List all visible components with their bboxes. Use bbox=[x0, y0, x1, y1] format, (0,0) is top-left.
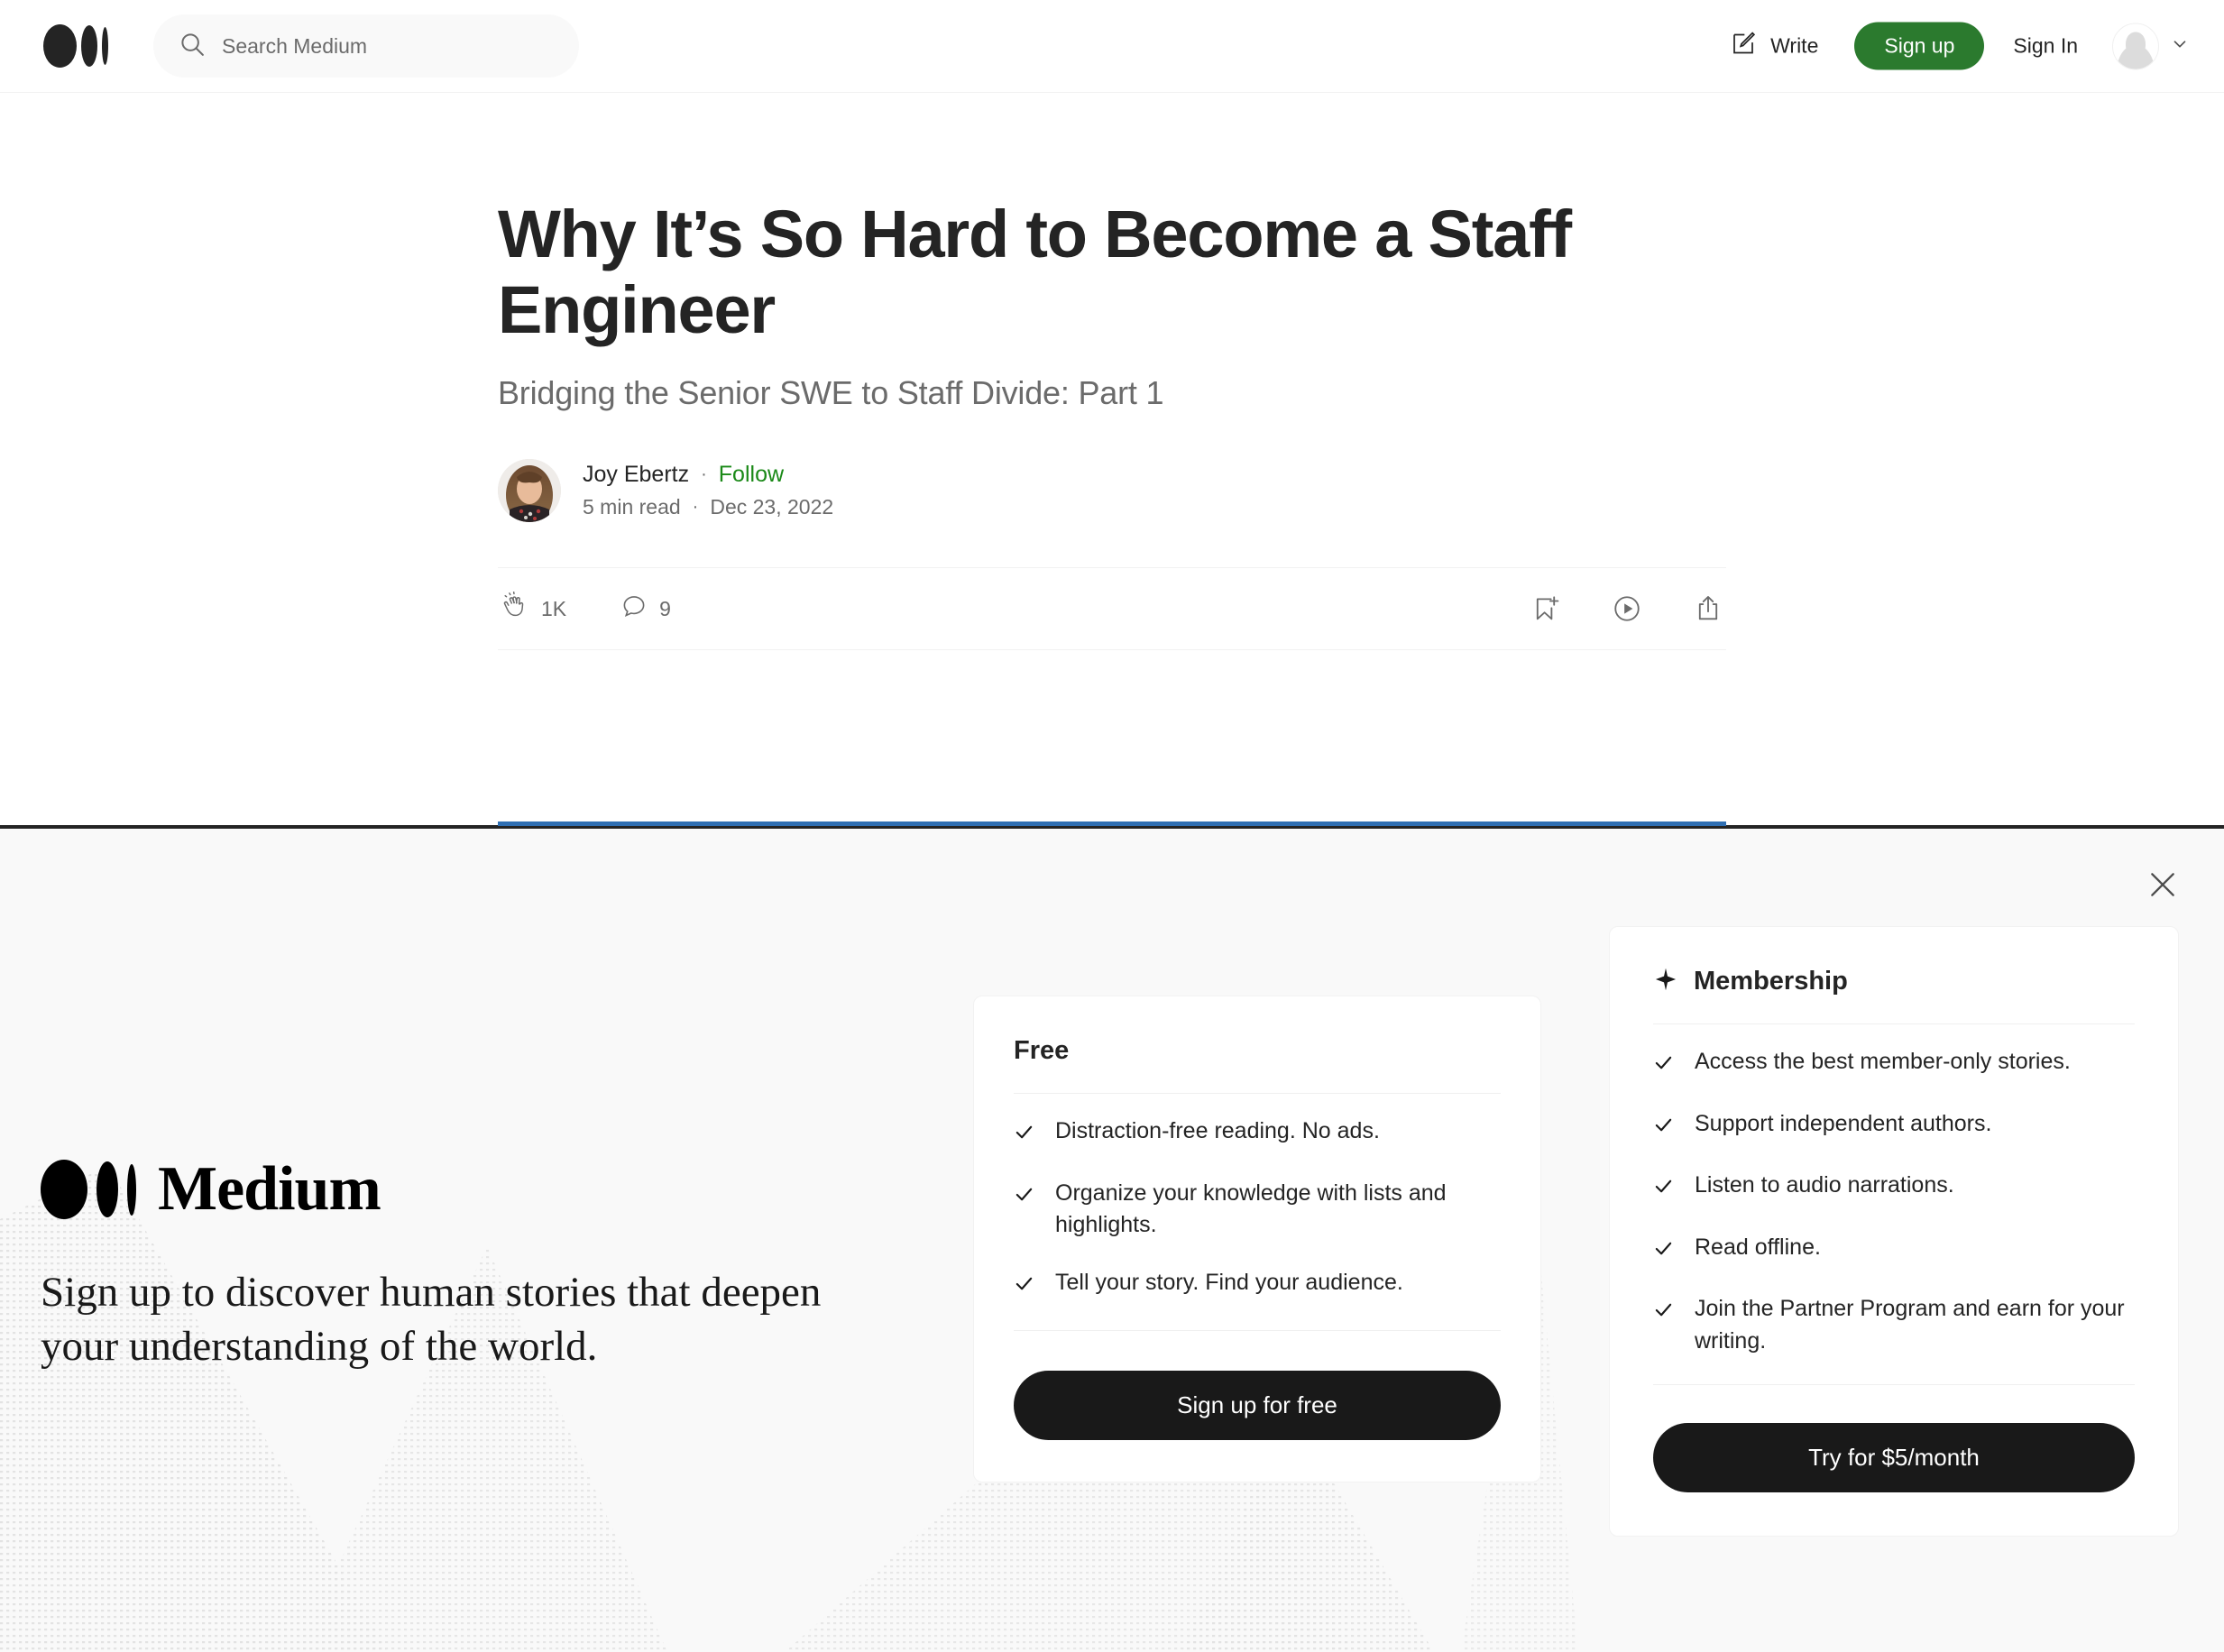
check-icon bbox=[1653, 1174, 1674, 1207]
brand-ellipse-small bbox=[127, 1163, 136, 1216]
share-icon[interactable] bbox=[1693, 593, 1723, 624]
engagement-bar: 1K 9 bbox=[498, 567, 1726, 651]
free-feature-list: Distraction-free reading. No ads. Organi… bbox=[1014, 1115, 1501, 1303]
signup-button[interactable]: Sign up bbox=[1854, 22, 1985, 70]
page-title: Why It’s So Hard to Become a Staff Engin… bbox=[498, 197, 1572, 347]
engagement-right bbox=[1530, 593, 1723, 624]
author-name[interactable]: Joy Ebertz bbox=[583, 462, 689, 488]
list-item-label: Organize your knowledge with lists and h… bbox=[1055, 1179, 1447, 1238]
publish-date: Dec 23, 2022 bbox=[710, 495, 834, 519]
check-icon bbox=[1653, 1298, 1674, 1330]
brand-name: Medium bbox=[158, 1154, 381, 1224]
play-circle-listen-icon[interactable] bbox=[1612, 593, 1642, 624]
list-item: Support independent authors. bbox=[1653, 1108, 2135, 1145]
brand-ellipse-large bbox=[41, 1160, 87, 1219]
check-icon bbox=[1653, 1113, 1674, 1145]
chevron-down-icon bbox=[2170, 34, 2190, 59]
byline-separator: · bbox=[701, 464, 707, 485]
check-icon bbox=[1653, 1051, 1674, 1083]
membership-feature-list: Access the best member-only stories. Sup… bbox=[1653, 1046, 2135, 1357]
follow-button[interactable]: Follow bbox=[719, 462, 784, 488]
header-actions: Write Sign up Sign In bbox=[1729, 22, 2190, 70]
logo-ellipse-large bbox=[43, 24, 77, 68]
sparkle-star-icon bbox=[1653, 967, 1678, 996]
list-item-label: Read offline. bbox=[1695, 1234, 1821, 1260]
list-item-label: Support independent authors. bbox=[1695, 1110, 1992, 1136]
membership-card-divider-top bbox=[1653, 1023, 2135, 1024]
article-subtitle: Bridging the Senior SWE to Staff Divide:… bbox=[498, 374, 1164, 412]
default-user-avatar bbox=[2112, 23, 2159, 69]
try-membership-button[interactable]: Try for $5/month bbox=[1653, 1423, 2135, 1492]
check-icon bbox=[1014, 1271, 1034, 1304]
site-header: Write Sign up Sign In bbox=[0, 0, 2224, 93]
list-item-label: Distraction-free reading. No ads. bbox=[1055, 1118, 1380, 1143]
read-time: 5 min read bbox=[583, 495, 681, 519]
membership-card-divider-bottom bbox=[1653, 1384, 2135, 1385]
comment-count: 9 bbox=[659, 596, 671, 620]
article-header: Why It’s So Hard to Become a Staff Engin… bbox=[498, 93, 1726, 651]
free-card-title: Free bbox=[1014, 1036, 1070, 1065]
logo-ellipse-medium bbox=[81, 25, 97, 67]
check-icon bbox=[1653, 1236, 1674, 1269]
medium-wordmark: Medium bbox=[41, 1153, 897, 1225]
list-item-label: Listen to audio narrations. bbox=[1695, 1172, 1954, 1198]
paywall-tagline: Sign up to discover human stories that d… bbox=[41, 1269, 822, 1371]
check-icon bbox=[1014, 1182, 1034, 1215]
engagement-left: 1K 9 bbox=[501, 592, 671, 626]
clap-icon bbox=[501, 592, 529, 626]
check-icon bbox=[1014, 1120, 1034, 1152]
signin-button[interactable]: Sign In bbox=[2013, 34, 2078, 59]
list-item-label: Join the Partner Program and earn for yo… bbox=[1695, 1296, 2125, 1354]
free-card-divider-bottom bbox=[1014, 1330, 1501, 1331]
medium-logo[interactable] bbox=[43, 24, 108, 68]
plan-card-membership: Membership Access the best member-only s… bbox=[1609, 926, 2179, 1537]
search-icon bbox=[179, 31, 206, 62]
list-item: Access the best member-only stories. bbox=[1653, 1046, 2135, 1083]
close-button[interactable] bbox=[2137, 861, 2188, 912]
signup-paywall-banner: Medium Sign up to discover human stories… bbox=[0, 829, 2224, 1652]
clap-count: 1K bbox=[541, 596, 567, 620]
membership-card-header: Membership bbox=[1653, 967, 2135, 996]
free-card-divider-top bbox=[1014, 1093, 1501, 1094]
comment-button[interactable]: 9 bbox=[620, 592, 671, 625]
meta-separator: · bbox=[692, 497, 699, 518]
list-item: Listen to audio narrations. bbox=[1653, 1170, 2135, 1207]
signup-for-free-button[interactable]: Sign up for free bbox=[1014, 1371, 1501, 1440]
bookmark-add-icon[interactable] bbox=[1530, 593, 1561, 624]
byline-text: Joy Ebertz · Follow 5 min read · Dec 23,… bbox=[583, 462, 833, 519]
plan-card-free: Free Distraction-free reading. No ads. O… bbox=[973, 996, 1541, 1482]
list-item: Organize your knowledge with lists and h… bbox=[1014, 1178, 1501, 1242]
paywall-focus-indicator bbox=[498, 821, 1726, 826]
comment-bubble-icon bbox=[620, 592, 648, 625]
byline-meta-row: 5 min read · Dec 23, 2022 bbox=[583, 495, 833, 519]
list-item: Tell your story. Find your audience. bbox=[1014, 1267, 1501, 1304]
list-item-label: Access the best member-only stories. bbox=[1695, 1049, 2071, 1074]
brand-ellipse-medium bbox=[96, 1161, 118, 1217]
logo-ellipse-small bbox=[102, 27, 108, 65]
byline-author-row: Joy Ebertz · Follow bbox=[583, 462, 833, 488]
list-item-label: Tell your story. Find your audience. bbox=[1055, 1269, 1403, 1295]
write-button[interactable]: Write bbox=[1729, 30, 1818, 63]
clap-button[interactable]: 1K bbox=[501, 592, 566, 626]
write-label: Write bbox=[1770, 33, 1819, 58]
list-item: Read offline. bbox=[1653, 1232, 2135, 1269]
author-avatar-photo[interactable] bbox=[498, 459, 561, 523]
paywall-brand-block: Medium Sign up to discover human stories… bbox=[41, 1153, 897, 1373]
close-icon bbox=[2145, 867, 2181, 907]
user-menu[interactable] bbox=[2112, 23, 2190, 69]
list-item: Join the Partner Program and earn for yo… bbox=[1653, 1293, 2135, 1357]
write-pencil-icon bbox=[1729, 30, 1758, 63]
list-item: Distraction-free reading. No ads. bbox=[1014, 1115, 1501, 1152]
membership-card-title: Membership bbox=[1694, 967, 1848, 996]
search-input[interactable] bbox=[222, 33, 554, 59]
free-card-header: Free bbox=[1014, 1036, 1501, 1066]
search-bar[interactable] bbox=[153, 14, 579, 78]
byline: Joy Ebertz · Follow 5 min read · Dec 23,… bbox=[498, 459, 1726, 523]
